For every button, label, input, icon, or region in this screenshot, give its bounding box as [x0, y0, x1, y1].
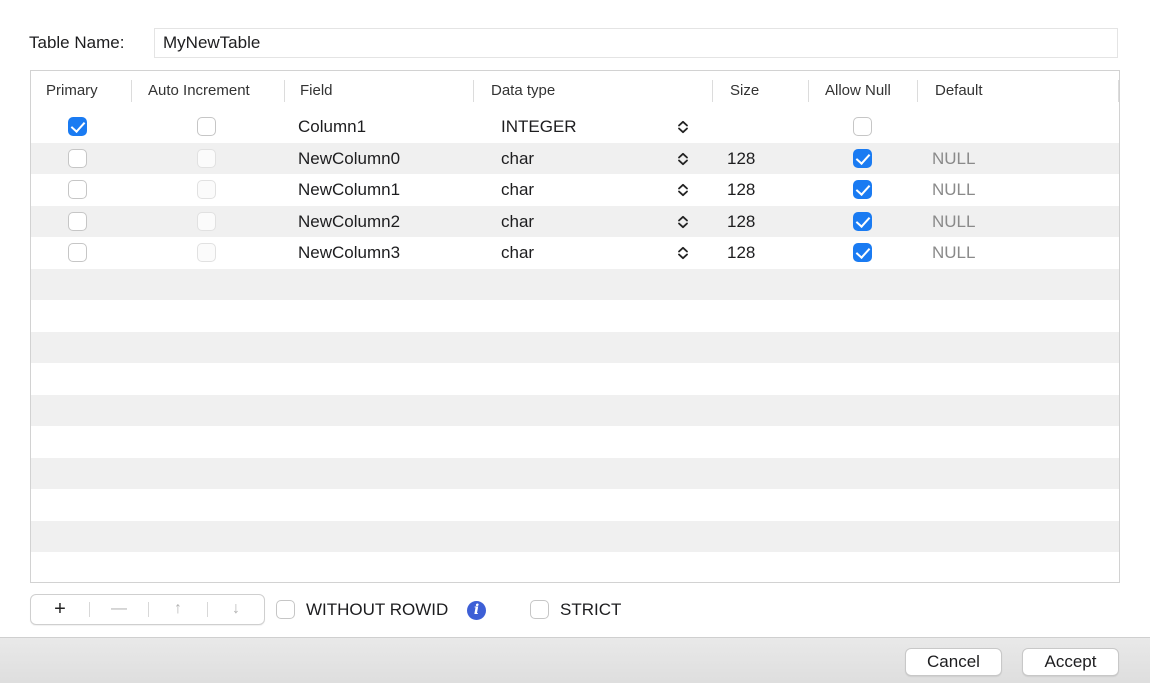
allow-null-checkbox[interactable] [853, 148, 872, 168]
table-toolbar: + — ↑ ↓ WITHOUT ROWID i STRICT [30, 594, 730, 626]
cancel-button[interactable]: Cancel [905, 648, 1002, 676]
header-auto-increment[interactable]: Auto Increment [148, 71, 250, 111]
strict-checkbox[interactable] [530, 600, 549, 619]
accept-button[interactable]: Accept [1022, 648, 1119, 676]
table-row[interactable]: NewColumn3 char 128 NULL [31, 237, 1119, 269]
primary-checkbox[interactable] [68, 211, 87, 231]
data-type-cell[interactable]: INTEGER [501, 111, 577, 143]
empty-table-row [31, 300, 1119, 332]
header-divider[interactable] [917, 80, 918, 102]
header-divider[interactable] [808, 80, 809, 102]
header-size[interactable]: Size [730, 71, 759, 111]
primary-checkbox[interactable] [68, 148, 87, 168]
auto-increment-checkbox[interactable] [197, 148, 216, 168]
primary-checkbox[interactable] [68, 180, 87, 199]
header-divider[interactable] [712, 80, 713, 102]
data-type-stepper-icon[interactable] [677, 111, 689, 143]
table-name-input[interactable] [154, 28, 1118, 58]
allow-null-checkbox[interactable] [853, 243, 872, 262]
data-type-stepper-icon[interactable] [677, 143, 689, 175]
without-rowid-label[interactable]: WITHOUT ROWID [306, 598, 448, 622]
data-type-cell[interactable]: char [501, 237, 534, 269]
without-rowid-option[interactable]: WITHOUT ROWID i [276, 598, 506, 622]
table-row[interactable]: NewColumn1 char 128 NULL [31, 174, 1119, 206]
default-value-cell[interactable]: NULL [932, 174, 975, 206]
data-type-cell[interactable]: char [501, 143, 534, 175]
primary-checkbox[interactable] [68, 117, 87, 136]
data-type-cell[interactable]: char [501, 206, 534, 238]
auto-increment-checkbox[interactable] [197, 211, 216, 231]
allow-null-checkbox[interactable] [853, 211, 872, 231]
remove-column-button[interactable]: — [90, 595, 148, 624]
table-row[interactable]: NewColumn2 char 128 NULL [31, 205, 1119, 238]
data-type-cell[interactable]: char [501, 174, 534, 206]
header-primary[interactable]: Primary [46, 71, 98, 111]
allow-null-checkbox[interactable] [853, 180, 872, 199]
empty-table-row [31, 426, 1119, 458]
info-icon[interactable]: i [467, 601, 486, 620]
field-name-cell[interactable]: NewColumn1 [298, 174, 400, 206]
table-header: Primary Auto Increment Field Data type S… [31, 71, 1119, 111]
field-name-cell[interactable]: NewColumn2 [298, 206, 400, 238]
header-divider[interactable] [1118, 80, 1119, 102]
move-down-button[interactable]: ↓ [207, 595, 265, 624]
field-name-cell[interactable]: NewColumn0 [298, 143, 400, 175]
field-name-cell[interactable]: NewColumn3 [298, 237, 400, 269]
without-rowid-checkbox[interactable] [276, 600, 295, 619]
empty-table-row [31, 331, 1119, 363]
auto-increment-checkbox[interactable] [197, 243, 216, 262]
columns-table: Primary Auto Increment Field Data type S… [30, 70, 1120, 583]
field-name-cell[interactable]: Column1 [298, 111, 366, 143]
primary-checkbox[interactable] [68, 243, 87, 262]
column-actions-segmented-control: + — ↑ ↓ [30, 594, 265, 625]
allow-null-checkbox[interactable] [853, 117, 872, 136]
table-row[interactable]: NewColumn0 char 128 NULL [31, 142, 1119, 175]
empty-table-row [31, 552, 1119, 582]
create-table-dialog: Table Name: Primary Auto Increment Field… [0, 0, 1150, 683]
data-type-stepper-icon[interactable] [677, 237, 689, 269]
size-cell[interactable]: 128 [727, 237, 755, 269]
empty-table-row [31, 268, 1119, 300]
strict-option[interactable]: STRICT [530, 598, 640, 622]
auto-increment-checkbox[interactable] [197, 117, 216, 136]
data-type-stepper-icon[interactable] [677, 206, 689, 238]
default-value-cell[interactable]: NULL [932, 143, 975, 175]
header-divider[interactable] [473, 80, 474, 102]
empty-table-row [31, 489, 1119, 521]
size-cell[interactable]: 128 [727, 206, 755, 238]
move-up-button[interactable]: ↑ [149, 595, 207, 624]
header-default[interactable]: Default [935, 71, 983, 111]
table-name-row: Table Name: [29, 28, 1119, 58]
auto-increment-checkbox[interactable] [197, 180, 216, 199]
empty-table-row [31, 363, 1119, 395]
header-divider[interactable] [284, 80, 285, 102]
data-type-stepper-icon[interactable] [677, 174, 689, 206]
table-row[interactable]: Column1 INTEGER [31, 111, 1119, 143]
dialog-footer: Cancel Accept [0, 637, 1150, 683]
empty-table-row [31, 457, 1119, 489]
size-cell[interactable]: 128 [727, 174, 755, 206]
empty-table-row [31, 520, 1119, 552]
header-field[interactable]: Field [300, 71, 333, 111]
header-data-type[interactable]: Data type [491, 71, 555, 111]
default-value-cell[interactable]: NULL [932, 206, 975, 238]
header-divider[interactable] [131, 80, 132, 102]
table-name-label: Table Name: [29, 33, 125, 52]
strict-label[interactable]: STRICT [560, 598, 621, 622]
header-allow-null[interactable]: Allow Null [825, 71, 891, 111]
size-cell[interactable]: 128 [727, 143, 755, 175]
default-value-cell[interactable]: NULL [932, 237, 975, 269]
add-column-button[interactable]: + [31, 595, 89, 624]
empty-table-row [31, 394, 1119, 426]
